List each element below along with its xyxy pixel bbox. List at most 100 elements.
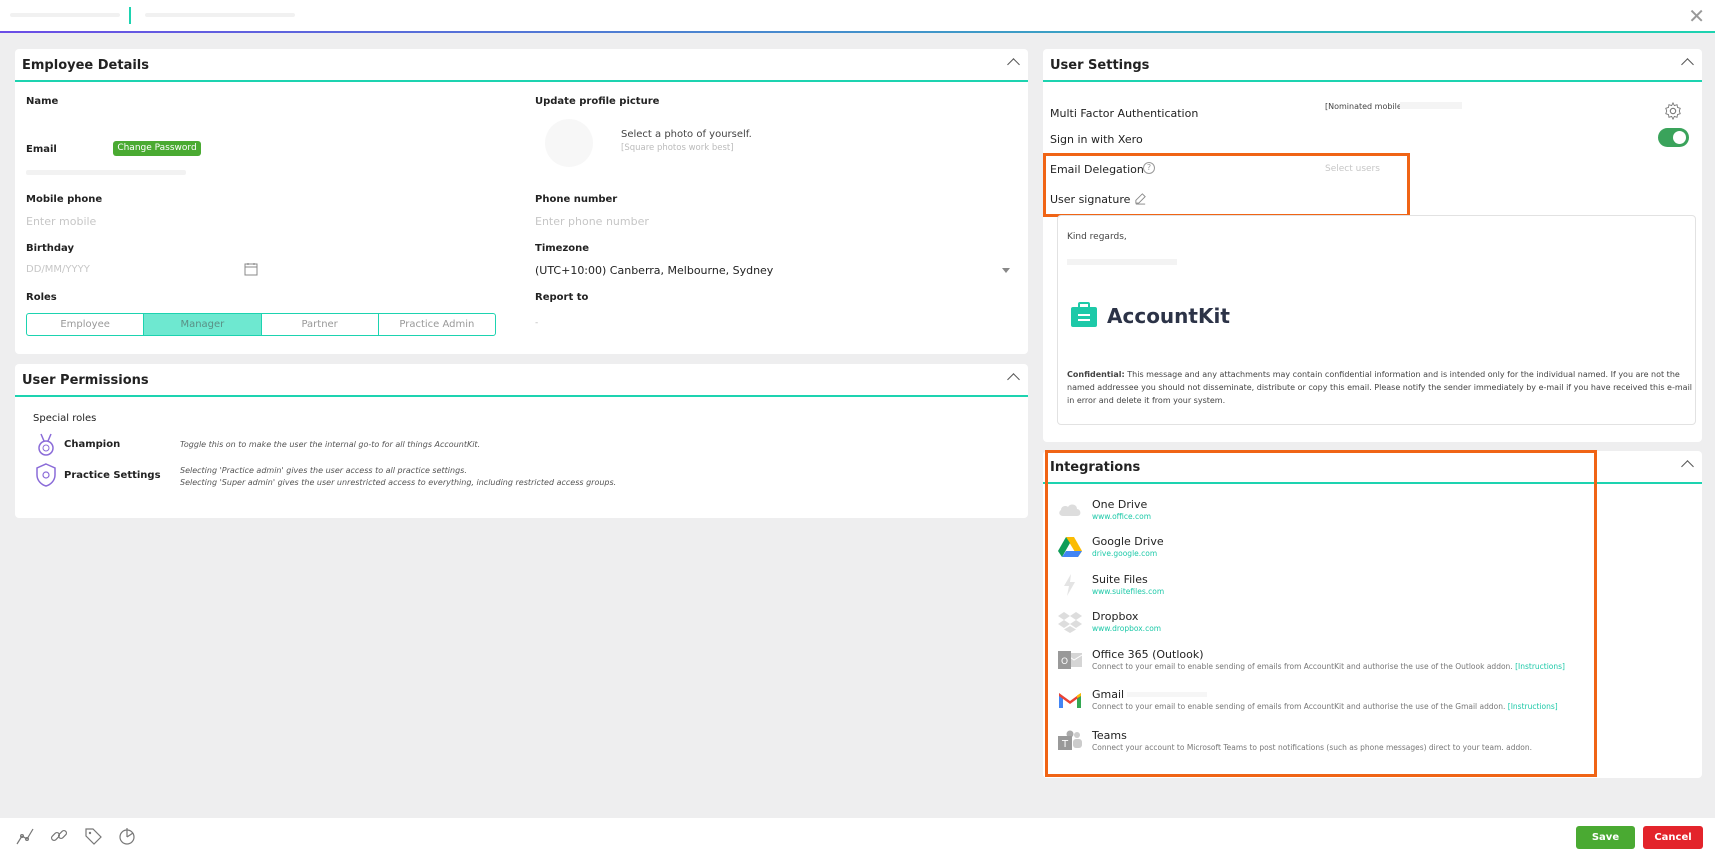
desc-text: Connect to your email to enable sending … — [1092, 702, 1506, 711]
gear-icon[interactable] — [1664, 102, 1682, 120]
teams-icon: T — [1058, 730, 1082, 750]
panel-title: User Permissions — [22, 373, 149, 388]
permission-name-champion: Champion — [64, 439, 121, 450]
integration-name-google-drive[interactable]: Google Drive — [1092, 535, 1164, 548]
integration-link-google-drive[interactable]: drive.google.com — [1092, 549, 1157, 558]
timezone-label: Timezone — [535, 243, 590, 254]
google-drive-icon — [1058, 537, 1082, 557]
xero-toggle[interactable] — [1658, 128, 1689, 147]
integration-desc-gmail: Connect to your email to enable sending … — [1092, 702, 1558, 711]
role-practice-admin[interactable]: Practice Admin — [379, 314, 495, 335]
xero-label: Sign in with Xero — [1050, 133, 1143, 146]
header-placeholder — [10, 13, 120, 17]
header-divider — [129, 7, 131, 24]
signature-name — [1067, 259, 1177, 265]
chevron-up-icon[interactable] — [1007, 373, 1020, 386]
role-manager[interactable]: Manager — [144, 314, 262, 335]
integration-name-dropbox[interactable]: Dropbox — [1092, 610, 1138, 623]
close-icon[interactable]: ✕ — [1688, 4, 1705, 28]
mobile-label: Mobile phone — [26, 194, 103, 205]
nominated-mobile-field[interactable]: [Nominated mobile — [1325, 102, 1402, 111]
integration-name-one-drive[interactable]: One Drive — [1092, 498, 1147, 511]
svg-text:T: T — [1061, 739, 1069, 750]
integration-link-dropbox[interactable]: www.dropbox.com — [1092, 624, 1161, 633]
cloud-icon — [1059, 504, 1081, 516]
confidential-text: This message and any attachments may con… — [1067, 370, 1693, 405]
roles-label: Roles — [26, 292, 57, 303]
permission-name-practice-settings: Practice Settings — [64, 470, 161, 481]
birthday-input[interactable]: DD/MM/YYYY — [26, 264, 90, 275]
update-picture-label: Update profile picture — [535, 96, 660, 107]
signature-label: User signature — [1050, 193, 1131, 206]
photo-subhint: [Square photos work best] — [621, 143, 734, 153]
integration-desc-office365: Connect to your email to enable sending … — [1092, 662, 1565, 671]
avatar[interactable] — [545, 119, 593, 167]
instructions-link[interactable]: [Instructions] — [1515, 662, 1565, 671]
mobile-input[interactable]: Enter mobile — [26, 215, 96, 228]
panel-title: Integrations — [1050, 460, 1141, 475]
timezone-select[interactable]: (UTC+10:00) Canberra, Melbourne, Sydney — [535, 264, 773, 277]
role-employee[interactable]: Employee — [27, 314, 145, 335]
chevron-up-icon[interactable] — [1681, 58, 1694, 71]
email-label: Email — [26, 144, 57, 155]
accountkit-logo-icon — [1071, 302, 1097, 327]
roles-selector[interactable]: Employee Manager Partner Practice Admin — [26, 313, 496, 336]
employee-details-panel: Employee Details — [15, 49, 1028, 354]
birthday-label: Birthday — [26, 243, 74, 254]
edit-icon[interactable] — [1134, 192, 1147, 205]
gmail-account-value — [1127, 692, 1207, 697]
bottom-bar: Save Cancel — [0, 818, 1715, 851]
signature-preview[interactable]: Kind regards, AccountKit Confidential: T… — [1057, 215, 1696, 425]
signature-brand: AccountKit — [1107, 304, 1230, 328]
special-roles-label: Special roles — [33, 413, 97, 424]
medal-icon — [38, 433, 54, 456]
integration-name-gmail[interactable]: Gmail — [1092, 688, 1124, 701]
desc-text: Connect to your email to enable sending … — [1092, 662, 1513, 671]
link-icon[interactable] — [49, 826, 69, 846]
svg-text:O: O — [1061, 657, 1068, 667]
mfa-label: Multi Factor Authentication — [1050, 107, 1199, 120]
cancel-button[interactable]: Cancel — [1643, 826, 1703, 849]
instructions-link[interactable]: [Instructions] — [1508, 702, 1558, 711]
chart-line-icon[interactable] — [15, 826, 35, 846]
chevron-up-icon[interactable] — [1007, 58, 1020, 71]
pie-chart-icon[interactable] — [117, 826, 137, 846]
signature-greeting: Kind regards, — [1067, 232, 1127, 242]
outlook-icon: O — [1058, 651, 1083, 669]
gmail-icon — [1059, 693, 1081, 708]
panel-title: User Settings — [1050, 58, 1150, 73]
dropbox-icon — [1058, 612, 1082, 633]
chevron-up-icon[interactable] — [1681, 460, 1694, 473]
phone-label: Phone number — [535, 194, 618, 205]
integration-name-teams[interactable]: Teams — [1092, 729, 1127, 742]
user-permissions-panel: User Permissions — [15, 364, 1028, 518]
confidential-label: Confidential: — [1067, 370, 1125, 379]
help-icon[interactable]: ? — [1143, 162, 1155, 174]
calendar-icon[interactable] — [244, 262, 258, 276]
tag-icon[interactable] — [83, 826, 103, 846]
integration-desc-teams: Connect your account to Microsoft Teams … — [1092, 743, 1532, 752]
change-password-button[interactable]: Change Password — [113, 141, 201, 156]
permission-desc-champion: Toggle this on to make the user the inte… — [180, 440, 481, 449]
select-users-input[interactable]: Select users — [1325, 164, 1380, 174]
nominated-mobile-value — [1400, 102, 1462, 109]
email-delegation-label: Email Delegation — [1050, 163, 1144, 176]
phone-input[interactable]: Enter phone number — [535, 215, 649, 228]
photo-hint: Select a photo of yourself. — [621, 129, 752, 140]
save-button[interactable]: Save — [1576, 826, 1635, 849]
role-partner[interactable]: Partner — [262, 314, 379, 335]
signature-confidential: Confidential: This message and any attac… — [1067, 368, 1692, 407]
email-value — [26, 170, 186, 175]
name-label: Name — [26, 96, 59, 107]
integration-name-suite-files[interactable]: Suite Files — [1092, 573, 1148, 586]
integration-name-office365[interactable]: Office 365 (Outlook) — [1092, 648, 1204, 661]
shield-gear-icon — [36, 463, 56, 487]
top-bar: ✕ — [0, 0, 1715, 33]
header-placeholder — [145, 13, 295, 17]
report-to-select[interactable]: - — [535, 318, 538, 328]
integration-link-one-drive[interactable]: www.office.com — [1092, 512, 1151, 521]
permission-desc2-practice-settings: Selecting 'Super admin' gives the user u… — [180, 478, 617, 487]
panel-title: Employee Details — [22, 58, 149, 73]
integration-link-suite-files[interactable]: www.suitefiles.com — [1092, 587, 1164, 596]
chevron-down-icon[interactable] — [1002, 268, 1010, 273]
